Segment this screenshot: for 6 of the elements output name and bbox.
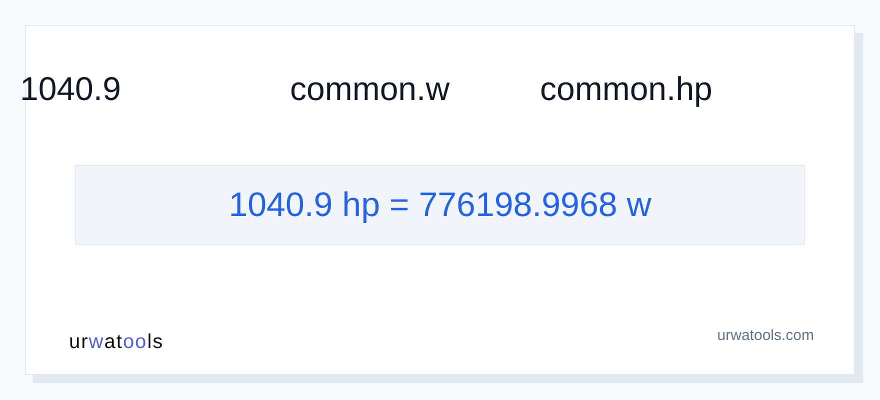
- unit-label: common.hp: [540, 70, 712, 108]
- result-text: 1040.9 hp = 776198.9968 w: [75, 165, 805, 245]
- logo: urwatools: [69, 331, 164, 354]
- site-url: urwatools.com: [717, 327, 814, 346]
- unit-label: common.w: [290, 70, 451, 108]
- input-value: 1040.9: [20, 70, 122, 108]
